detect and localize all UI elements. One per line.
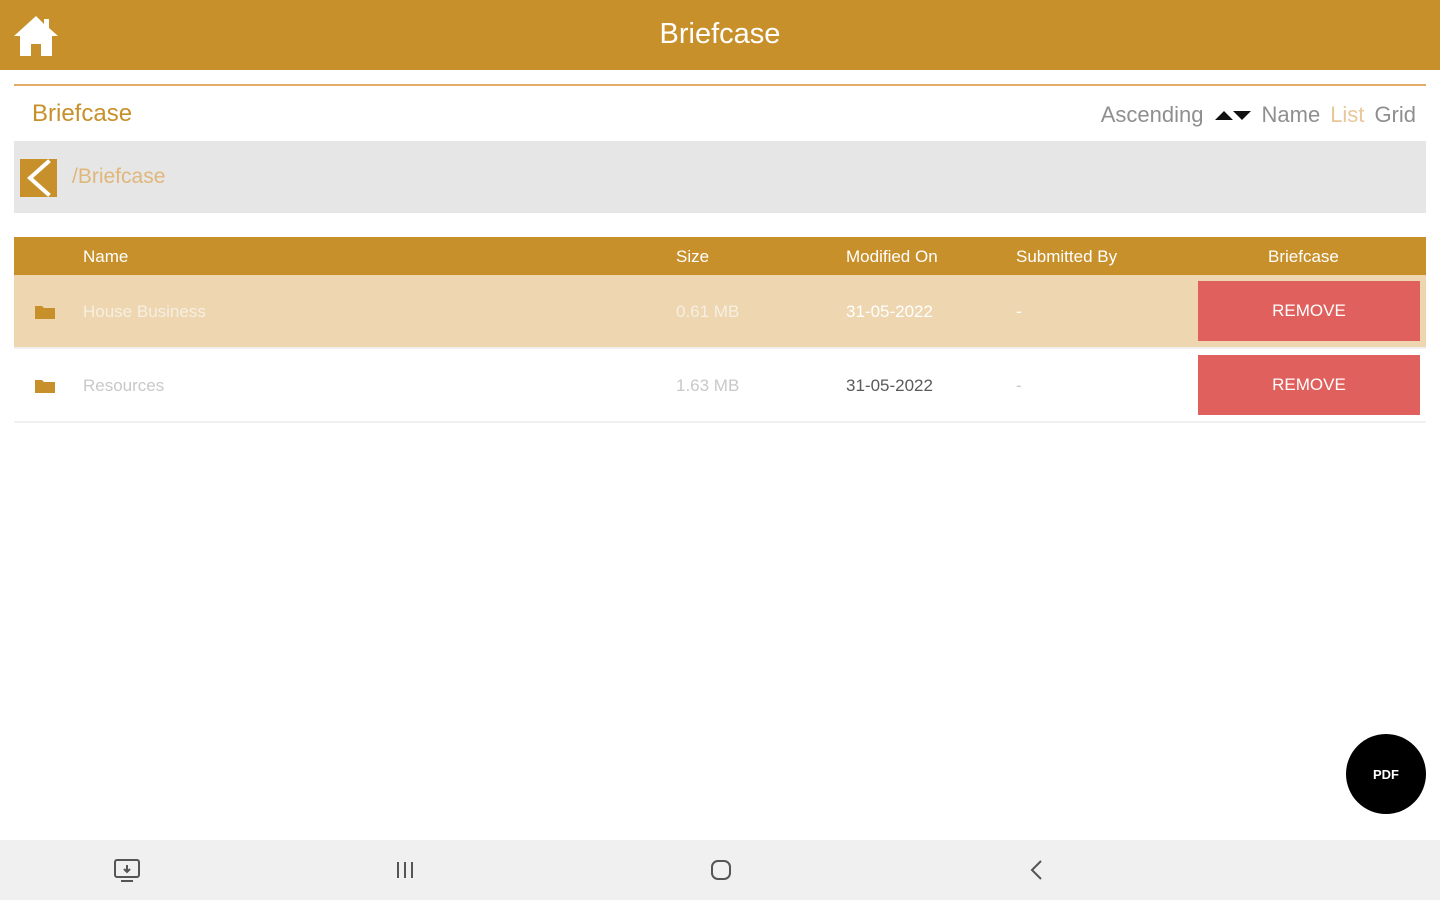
app-bar: Briefcase bbox=[0, 0, 1440, 70]
app-title: Briefcase bbox=[659, 18, 781, 50]
breadcrumb[interactable]: /Briefcase bbox=[72, 165, 165, 189]
home-nav-button[interactable] bbox=[705, 854, 737, 886]
file-submitted-by: - bbox=[1016, 302, 1022, 321]
header-size[interactable]: Size bbox=[676, 247, 709, 267]
header-modified[interactable]: Modified On bbox=[846, 247, 938, 267]
folder-icon bbox=[35, 380, 55, 393]
file-name[interactable]: Resources bbox=[83, 376, 164, 396]
remove-button[interactable]: REMOVE bbox=[1198, 355, 1420, 415]
section-title: Briefcase bbox=[32, 100, 133, 127]
sort-field-name[interactable]: Name bbox=[1262, 102, 1321, 128]
file-size: 1.63 MB bbox=[676, 376, 740, 395]
recents-icon bbox=[397, 862, 413, 878]
pdf-button[interactable]: PDF bbox=[1346, 734, 1426, 814]
file-size: 0.61 MB bbox=[676, 302, 740, 321]
header-name[interactable]: Name bbox=[83, 247, 128, 267]
file-table: Name Size Modified On Submitted By Brief… bbox=[14, 237, 1426, 423]
file-modified: 31-05-2022 bbox=[846, 302, 933, 321]
sort-controls: Ascending Name List Grid bbox=[1091, 100, 1416, 130]
divider bbox=[14, 84, 1426, 86]
screenshot-nav-button[interactable] bbox=[111, 854, 143, 886]
back-nav-button[interactable] bbox=[1021, 854, 1053, 886]
table-header: Name Size Modified On Submitted By Brief… bbox=[14, 237, 1426, 275]
file-submitted-by: - bbox=[1016, 376, 1022, 395]
file-modified: 31-05-2022 bbox=[846, 376, 933, 395]
folder-icon bbox=[35, 306, 55, 319]
header-submitted-by[interactable]: Submitted By bbox=[1016, 247, 1117, 267]
remove-button[interactable]: REMOVE bbox=[1198, 281, 1420, 341]
system-nav-bar bbox=[0, 840, 1440, 900]
table-row[interactable]: Resources 1.63 MB 31-05-2022 - REMOVE bbox=[14, 349, 1426, 423]
header-briefcase: Briefcase bbox=[1268, 247, 1339, 266]
recents-nav-button[interactable] bbox=[389, 854, 421, 886]
view-list-option[interactable]: List bbox=[1330, 102, 1364, 128]
circle-home-icon bbox=[711, 860, 731, 880]
sort-order-toggle[interactable]: Ascending bbox=[1101, 102, 1204, 128]
file-name[interactable]: House Business bbox=[83, 302, 206, 322]
path-bar: /Briefcase bbox=[14, 141, 1426, 213]
chevron-left-icon bbox=[1030, 860, 1042, 880]
sort-arrows-icon[interactable] bbox=[1214, 108, 1252, 122]
back-arrow-icon bbox=[26, 159, 51, 197]
view-grid-option[interactable]: Grid bbox=[1374, 102, 1416, 128]
screen-icon bbox=[114, 859, 140, 882]
back-button[interactable] bbox=[20, 159, 57, 197]
table-row[interactable]: House Business 0.61 MB 31-05-2022 - REMO… bbox=[14, 275, 1426, 349]
